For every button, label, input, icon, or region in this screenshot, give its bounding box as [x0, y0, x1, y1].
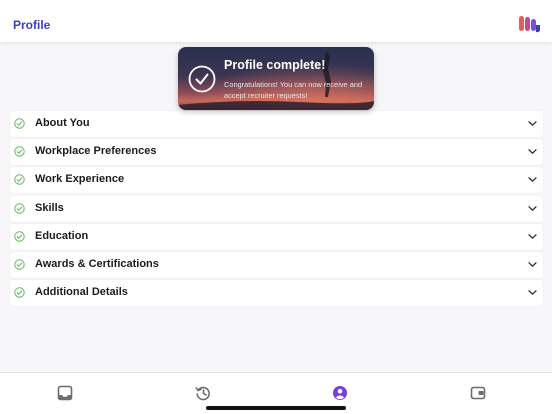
section-about-you[interactable]: About You [10, 111, 543, 137]
tab-profile[interactable] [330, 383, 350, 403]
section-label: Skills [35, 201, 64, 214]
section-education[interactable]: Education [10, 223, 543, 250]
chevron-down-icon[interactable] [528, 289, 537, 296]
section-additional-details[interactable]: Additional Details [10, 280, 543, 307]
wallet-icon [470, 386, 486, 400]
complete-check-icon [14, 259, 25, 270]
profile-complete-toast[interactable]: Profile complete! Congratulations! You c… [178, 47, 374, 110]
section-skills[interactable]: Skills [10, 195, 543, 222]
history-icon [195, 386, 210, 401]
toast-title: Profile complete! [224, 58, 326, 72]
checkmark-circle-icon [188, 65, 216, 93]
chevron-down-icon[interactable] [528, 233, 537, 240]
profile-section-list: About You Workplace Preferences Work Exp… [10, 111, 543, 308]
tab-wallet[interactable] [468, 383, 488, 403]
section-awards-certifications[interactable]: Awards & Certifications [10, 251, 543, 278]
complete-check-icon [14, 231, 25, 242]
brand-logo-icon [519, 16, 540, 33]
section-work-experience[interactable]: Work Experience [10, 167, 543, 194]
section-label: Additional Details [35, 286, 128, 299]
complete-check-icon [14, 202, 25, 214]
tab-inbox[interactable] [55, 383, 75, 403]
page-title: Profile [13, 18, 51, 32]
chevron-down-icon[interactable] [528, 261, 537, 268]
inbox-icon [57, 385, 73, 401]
complete-check-icon [14, 287, 25, 298]
bottom-tab-bar [0, 372, 552, 414]
chevron-down-icon[interactable] [528, 176, 537, 183]
chevron-down-icon[interactable] [528, 205, 537, 212]
section-label: Education [35, 229, 89, 242]
chevron-down-icon[interactable] [528, 148, 537, 155]
complete-check-icon [14, 146, 25, 157]
home-indicator [206, 406, 346, 410]
tab-history[interactable] [193, 383, 213, 403]
profile-icon [333, 386, 347, 400]
app-header: Profile [0, 0, 552, 42]
complete-check-icon [14, 118, 25, 129]
section-label: Workplace Preferences [35, 145, 157, 158]
section-label: Work Experience [35, 173, 125, 186]
chevron-down-icon[interactable] [528, 120, 537, 127]
section-workplace-preferences[interactable]: Workplace Preferences [10, 139, 543, 166]
toast-message: Congratulations! You can now receive and… [224, 80, 363, 100]
complete-check-icon [14, 174, 25, 186]
section-label: Awards & Certifications [35, 257, 159, 270]
section-label: About You [35, 117, 90, 129]
